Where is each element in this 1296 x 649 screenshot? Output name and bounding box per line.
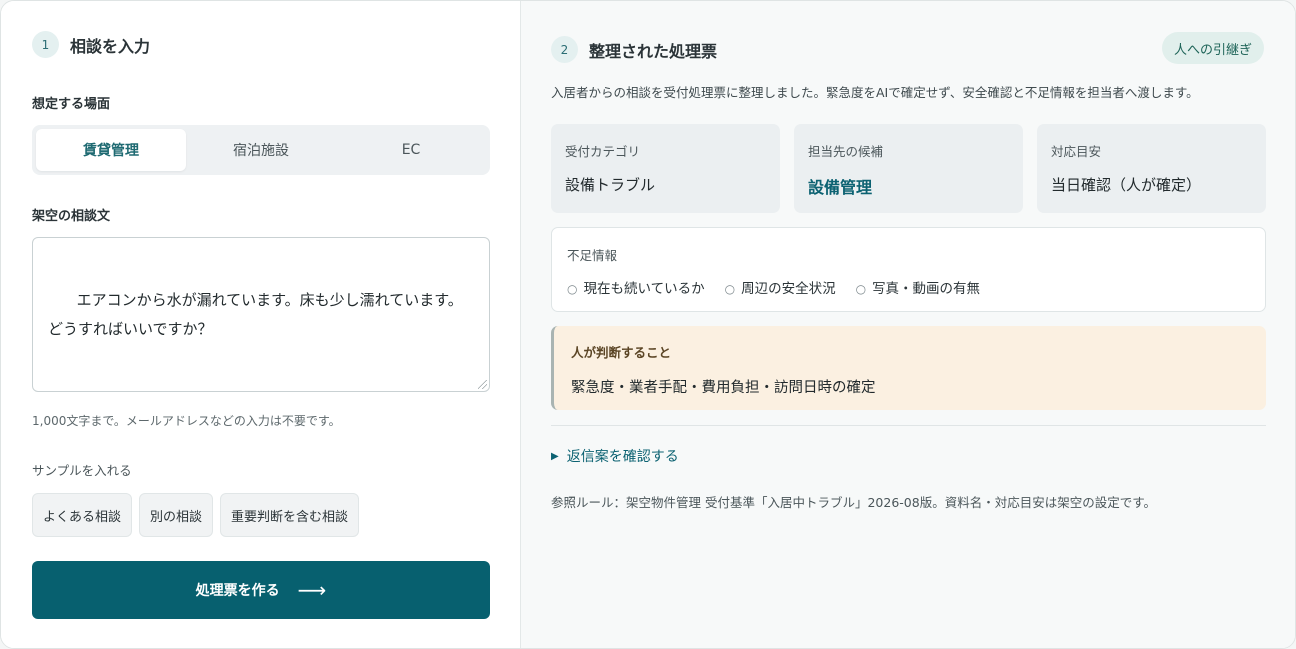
input-panel: 1 相談を入力 想定する場面 賃貸管理 宿泊施設 EC 架空の相談文 エアコンか…	[1, 1, 521, 648]
summary-cards: 受付カテゴリ 設備トラブル 担当先の候補 設備管理 対応目安 当日確認（人が確定…	[551, 124, 1266, 213]
human-judgement-box: 人が判断すること 緊急度・業者手配・費用負担・訪問日時の確定	[551, 326, 1266, 410]
result-panel: 2 整理された処理票 人への引継ぎ 入居者からの相談を受付処理票に整理しました。…	[521, 1, 1295, 648]
arrow-right-icon: ⟶	[297, 578, 327, 602]
step-number-badge: 2	[551, 36, 578, 63]
missing-info-title: 不足情報	[567, 248, 618, 263]
sample-label: サンプルを入れる	[32, 463, 132, 478]
consultation-textarea[interactable]: エアコンから水が漏れています。床も少し濡れています。 どうすればいいですか？	[32, 237, 490, 392]
timeline-card: 対応目安 当日確認（人が確定）	[1037, 124, 1266, 213]
reply-draft-toggle[interactable]: ▶ 返信案を確認する	[551, 446, 679, 466]
input-panel-title: 相談を入力	[70, 36, 151, 56]
app-frame: 1 相談を入力 想定する場面 賃貸管理 宿泊施設 EC 架空の相談文 エアコンか…	[0, 0, 1296, 649]
sample-critical-button[interactable]: 重要判断を含む相談	[220, 493, 360, 537]
reply-draft-label: 返信案を確認する	[566, 449, 679, 465]
missing-item-text: 写真・動画の有無	[872, 281, 981, 297]
input-panel-header: 1 相談を入力	[32, 31, 489, 58]
category-card: 受付カテゴリ 設備トラブル	[551, 124, 780, 213]
result-panel-title: 整理された処理票	[589, 41, 718, 61]
sample-common-button[interactable]: よくある相談	[32, 493, 133, 537]
human-judgement-text: 緊急度・業者手配・費用負担・訪問日時の確定	[571, 380, 876, 396]
scene-segmented-control: 賃貸管理 宿泊施設 EC	[32, 125, 490, 175]
missing-item-text: 周辺の安全状況	[741, 281, 836, 297]
list-item: ○ 写真・動画の有無	[856, 277, 980, 297]
missing-info-box: 不足情報 ○ 現在も続いているか ○ 周辺の安全状況 ○ 写真・動画の有無	[551, 227, 1266, 312]
consultation-text: エアコンから水が漏れています。床も少し濡れています。 どうすればいいですか？	[48, 291, 463, 338]
category-card-value: 設備トラブル	[565, 176, 656, 194]
handoff-badge[interactable]: 人への引継ぎ	[1161, 32, 1264, 64]
scene-option-lodging[interactable]: 宿泊施設	[186, 129, 336, 171]
divider	[551, 425, 1266, 426]
result-panel-header: 2 整理された処理票	[551, 36, 717, 63]
circle-bullet-icon: ○	[567, 282, 578, 296]
circle-bullet-icon: ○	[855, 282, 867, 296]
triangle-right-icon: ▶	[551, 450, 559, 462]
human-judgement-title: 人が判断すること	[571, 345, 672, 360]
resize-grip-icon[interactable]	[478, 380, 487, 389]
create-ticket-button[interactable]: 処理票を作る ⟶	[32, 561, 490, 619]
sample-other-button[interactable]: 別の相談	[139, 493, 214, 537]
create-ticket-label: 処理票を作る	[195, 583, 280, 599]
list-item: ○ 周辺の安全状況	[725, 277, 836, 297]
reference-rule-note: 参照ルール：架空物件管理 受付基準「入居中トラブル」2026-08版。資料名・対…	[551, 495, 1156, 510]
missing-info-list: ○ 現在も続いているか ○ 周辺の安全状況 ○ 写真・動画の有無	[567, 277, 1250, 297]
result-description: 入居者からの相談を受付処理票に整理しました。緊急度をAIで確定せず、安全確認と不…	[551, 85, 1199, 100]
timeline-card-value: 当日確認（人が確定）	[1051, 176, 1202, 194]
category-card-label: 受付カテゴリ	[565, 144, 641, 159]
timeline-card-label: 対応目安	[1051, 144, 1102, 159]
assignee-card: 担当先の候補 設備管理	[794, 124, 1023, 213]
assignee-card-value: 設備管理	[808, 178, 873, 197]
assignee-card-label: 担当先の候補	[808, 144, 884, 159]
scene-option-ec[interactable]: EC	[336, 129, 486, 171]
scene-label: 想定する場面	[32, 97, 111, 112]
message-label: 架空の相談文	[32, 209, 111, 224]
circle-bullet-icon: ○	[724, 282, 736, 296]
character-limit-hint: 1,000文字まで。メールアドレスなどの入力は不要です。	[32, 414, 341, 428]
step-number-badge: 1	[32, 31, 59, 58]
list-item: ○ 現在も続いているか	[567, 277, 705, 297]
sample-chips: よくある相談 別の相談 重要判断を含む相談	[32, 493, 360, 537]
scene-option-rental[interactable]: 賃貸管理	[36, 129, 186, 171]
missing-item-text: 現在も続いているか	[583, 281, 705, 297]
